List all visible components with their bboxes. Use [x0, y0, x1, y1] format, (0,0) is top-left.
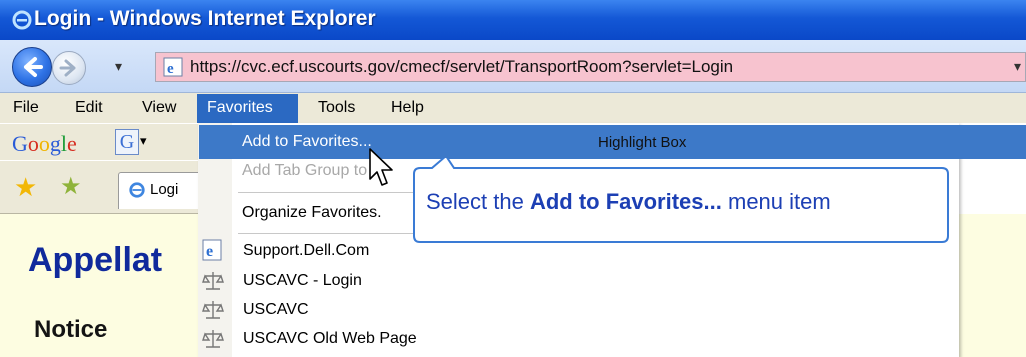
- google-logo-letter: e: [67, 131, 77, 156]
- address-url[interactable]: https://cvc.ecf.uscourts.gov/cmecf/servl…: [190, 57, 733, 77]
- menu-separator: [238, 233, 418, 234]
- scales-icon: [202, 301, 224, 319]
- window-title: Login - Windows Internet Explorer: [34, 7, 376, 30]
- add-favorites-icon[interactable]: ★: [60, 172, 82, 201]
- callout-text: Select the Add to Favorites... menu item: [426, 189, 831, 214]
- page-notice-heading: Notice: [34, 316, 108, 343]
- highlight-box-label: Highlight Box: [598, 134, 687, 151]
- menu-favorites[interactable]: Favorites: [207, 99, 273, 117]
- menu-tools[interactable]: Tools: [318, 99, 355, 117]
- recent-pages-dropdown[interactable]: ▾: [115, 58, 122, 75]
- menu-item-add-to-favorites[interactable]: Add to Favorites...: [242, 133, 372, 151]
- callout-emphasis: Add to Favorites...: [529, 189, 722, 214]
- favorite-link-uscavc-login[interactable]: USCAVC - Login: [243, 272, 362, 290]
- page-heading: Appellat: [28, 241, 163, 279]
- ie-page-icon: e: [202, 239, 222, 261]
- google-logo-letter: o: [38, 131, 50, 156]
- address-dropdown[interactable]: ▾: [1014, 58, 1021, 75]
- menu-item-organize-favorites[interactable]: Organize Favorites.: [242, 204, 382, 222]
- forward-arrow-icon: [59, 59, 76, 77]
- svg-text:e: e: [167, 61, 174, 77]
- back-button[interactable]: [12, 47, 52, 87]
- menu-file[interactable]: File: [13, 99, 39, 117]
- svg-text:e: e: [206, 243, 213, 260]
- ie-page-icon: [129, 182, 145, 198]
- google-logo-letter: g: [49, 131, 61, 156]
- google-logo-letter: o: [27, 131, 39, 156]
- forward-button[interactable]: [52, 51, 86, 85]
- favorite-link-uscavc[interactable]: USCAVC: [243, 301, 309, 319]
- google-dropdown[interactable]: ▾: [140, 133, 147, 149]
- menu-help[interactable]: Help: [391, 99, 424, 117]
- ie-page-icon: e: [163, 57, 183, 77]
- menu-item-add-tab-group: Add Tab Group to F: [242, 162, 382, 179]
- tab-login-label: Logi: [150, 181, 179, 198]
- menu-view[interactable]: View: [142, 99, 176, 117]
- google-logo: Google: [12, 131, 77, 157]
- favorite-link-support-dell[interactable]: Support.Dell.Com: [243, 242, 369, 260]
- ie-logo-icon: [12, 10, 32, 30]
- favorites-center-icon[interactable]: ★: [14, 172, 37, 203]
- back-arrow-icon: [24, 57, 43, 77]
- google-logo-letter: G: [12, 131, 28, 156]
- menu-separator: [238, 192, 418, 193]
- scales-icon: [202, 272, 224, 290]
- mouse-cursor-icon: [369, 148, 393, 186]
- scales-icon: [202, 330, 224, 348]
- favorite-link-uscavc-old[interactable]: USCAVC Old Web Page: [243, 330, 417, 348]
- menu-edit[interactable]: Edit: [75, 99, 103, 117]
- google-search-button[interactable]: G: [115, 129, 139, 155]
